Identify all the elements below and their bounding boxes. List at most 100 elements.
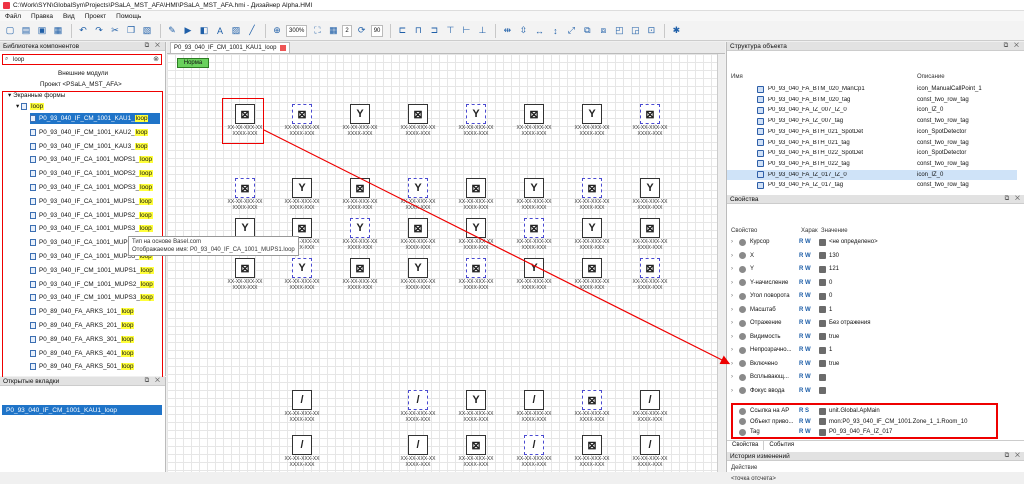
- property-row[interactable]: › Видимость R W true: [727, 332, 1017, 343]
- hmi-element[interactable]: ⊠ XX-XX-XXX-XX XXXX-XXX: [395, 100, 441, 146]
- panel-controls-icon[interactable]: ⧉ ✕: [145, 42, 162, 50]
- panel-controls-icon[interactable]: ⧉ ✕: [1005, 195, 1022, 203]
- property-row[interactable]: › Курсор R W <не определено>: [727, 237, 1017, 248]
- expand-icon[interactable]: ›: [731, 266, 733, 272]
- copy-icon[interactable]: ❐: [124, 24, 138, 38]
- search-field[interactable]: ⌕ loop ⊗: [2, 54, 162, 65]
- line-icon[interactable]: ╱: [245, 24, 259, 38]
- hmi-element[interactable]: ⊠ XX-XX-XXX-XX XXXX-XXX: [511, 100, 557, 146]
- same-width-icon[interactable]: ↔: [532, 24, 546, 38]
- hmi-element[interactable]: ⊠ XX-XX-XXX-XX XXXX-XXX: [569, 386, 615, 432]
- align-top-icon[interactable]: ⊤: [443, 24, 457, 38]
- edit-icon[interactable]: ✎: [165, 24, 179, 38]
- structure-row[interactable]: P0_93_040_FA_BTH_021_SpotDet icon_SpotDet…: [727, 127, 1017, 137]
- open-tab-item[interactable]: P0_93_040_IF_CM_1001_KAU1_loop: [2, 405, 162, 415]
- structure-row[interactable]: P0_93_040_FA_BTM_020_tag const_two_row_ta…: [727, 95, 1017, 105]
- panel-controls-icon[interactable]: ⧉ ✕: [145, 377, 162, 385]
- rotate-icon[interactable]: ⟳: [355, 24, 369, 38]
- property-value[interactable]: 1: [819, 346, 832, 354]
- run-icon[interactable]: ▶: [181, 24, 195, 38]
- grid-icon[interactable]: ▦: [326, 24, 340, 38]
- menu-view[interactable]: Вид: [58, 13, 80, 20]
- hmi-element[interactable]: / XX-XX-XXX-XX XXXX-XXX: [279, 386, 325, 432]
- front-icon[interactable]: ◰: [612, 24, 626, 38]
- property-row[interactable]: › X R W 130: [727, 251, 1017, 262]
- shapes-icon[interactable]: ◧: [197, 24, 211, 38]
- hmi-element[interactable]: / XX-XX-XXX-XX XXXX-XXX: [279, 431, 325, 472]
- property-row[interactable]: › Непрозрачно... R W 1: [727, 345, 1017, 356]
- structure-row[interactable]: P0_93_040_FA_IZ_007_IZ_0 icon_IZ_0: [727, 105, 1017, 115]
- property-row[interactable]: › Включено R W true: [727, 359, 1017, 370]
- property-row[interactable]: › Фокус ввода R W: [727, 386, 1017, 397]
- hmi-element[interactable]: ⊠ XX-XX-XXX-XX XXXX-XXX: [222, 254, 268, 300]
- vertical-scrollbar[interactable]: [717, 54, 725, 472]
- expand-icon[interactable]: ›: [731, 293, 733, 299]
- property-value[interactable]: 0: [819, 292, 832, 300]
- project-node[interactable]: Проект <PSaLA_MST_AFA>: [40, 79, 122, 90]
- hmi-element[interactable]: Y XX-XX-XXX-XX XXXX-XXX: [569, 100, 615, 146]
- zoom-select[interactable]: 300%: [286, 24, 308, 37]
- undo-icon[interactable]: ↶: [76, 24, 90, 38]
- expand-icon[interactable]: ›: [731, 361, 733, 367]
- hmi-element[interactable]: Y XX-XX-XXX-XX XXXX-XXX: [453, 100, 499, 146]
- property-row[interactable]: › Масштаб R W 1: [727, 305, 1017, 316]
- new-icon[interactable]: ▢: [3, 24, 17, 38]
- image-icon[interactable]: ▨: [229, 24, 243, 38]
- hmi-element[interactable]: ⊠ XX-XX-XXX-XX XXXX-XXX: [569, 254, 615, 300]
- expand-icon[interactable]: ›: [731, 280, 733, 286]
- hmi-element[interactable]: / XX-XX-XXX-XX XXXX-XXX: [395, 386, 441, 432]
- property-row[interactable]: › Y-начисление R W 0: [727, 278, 1017, 289]
- property-row[interactable]: › Y R W 121: [727, 264, 1017, 275]
- hmi-element[interactable]: Y XX-XX-XXX-XX XXXX-XXX: [511, 254, 557, 300]
- hmi-element[interactable]: Y XX-XX-XXX-XX XXXX-XXX: [337, 100, 383, 146]
- expand-icon[interactable]: ›: [731, 239, 733, 245]
- property-value[interactable]: Без отражения: [819, 319, 870, 327]
- property-row[interactable]: › Всплывающ... R W: [727, 372, 1017, 383]
- property-value[interactable]: true: [819, 360, 839, 368]
- external-modules[interactable]: Внешние модули: [58, 68, 108, 79]
- fit-icon[interactable]: ⛶: [310, 24, 324, 38]
- property-value[interactable]: [819, 373, 829, 381]
- back-icon[interactable]: ◲: [628, 24, 642, 38]
- hmi-element[interactable]: / XX-XX-XXX-XX XXXX-XXX: [511, 386, 557, 432]
- tab-events[interactable]: События: [764, 441, 799, 450]
- redo-icon[interactable]: ↷: [92, 24, 106, 38]
- hmi-element[interactable]: / XX-XX-XXX-XX XXXX-XXX: [627, 386, 673, 432]
- property-value[interactable]: 1: [819, 306, 832, 314]
- text-icon[interactable]: A: [213, 24, 227, 38]
- structure-row[interactable]: P0_93_040_FA_IZ_007_tag const_two_row_tag: [727, 116, 1017, 126]
- structure-row[interactable]: P0_93_040_FA_IZ_017_IZ_0 icon_IZ_0: [727, 169, 1017, 180]
- property-value[interactable]: 0: [819, 279, 832, 287]
- ungroup-icon[interactable]: ⧈: [596, 24, 610, 38]
- grid-step-spinner[interactable]: 2: [342, 24, 352, 37]
- expand-icon[interactable]: ›: [731, 347, 733, 353]
- structure-row[interactable]: P0_93_040_FA_BTH_021_tag const_two_row_ta…: [727, 138, 1017, 148]
- lock-icon[interactable]: ⊡: [644, 24, 658, 38]
- menu-help[interactable]: Помощь: [111, 13, 146, 20]
- hmi-element[interactable]: Y XX-XX-XXX-XX XXXX-XXX: [279, 254, 325, 300]
- structure-row[interactable]: P0_93_040_FA_BTH_022_tag const_two_row_ta…: [727, 159, 1017, 169]
- expand-icon[interactable]: ›: [731, 334, 733, 340]
- property-value[interactable]: [819, 387, 829, 395]
- structure-row[interactable]: P0_93_040_FA_BTH_022_SpotDet icon_SpotDet…: [727, 148, 1017, 158]
- cut-icon[interactable]: ✂: [108, 24, 122, 38]
- panel-controls-icon[interactable]: ⧉ ✕: [1005, 452, 1022, 460]
- align-right-icon[interactable]: ⊐: [427, 24, 441, 38]
- hmi-element[interactable]: ⊠ XX-XX-XXX-XX XXXX-XXX: [569, 431, 615, 472]
- open-icon[interactable]: ▤: [19, 24, 33, 38]
- hmi-element[interactable]: ⊠ XX-XX-XXX-XX XXXX-XXX: [453, 431, 499, 472]
- property-value[interactable]: <не определено>: [819, 238, 878, 246]
- structure-row[interactable]: P0_93_040_FA_BTM_020_ManCp1 icon_ManualCa…: [727, 84, 1017, 94]
- hmi-element[interactable]: ⊠ XX-XX-XXX-XX XXXX-XXX: [279, 100, 325, 146]
- save-icon[interactable]: ▣: [35, 24, 49, 38]
- group-icon[interactable]: ⧉: [580, 24, 594, 38]
- hmi-element[interactable]: Y XX-XX-XXX-XX XXXX-XXX: [453, 386, 499, 432]
- paste-icon[interactable]: ▧: [140, 24, 154, 38]
- property-value[interactable]: true: [819, 333, 839, 341]
- align-bottom-icon[interactable]: ⊥: [475, 24, 489, 38]
- hmi-element[interactable]: / XX-XX-XXX-XX XXXX-XXX: [395, 431, 441, 472]
- property-row[interactable]: › Угол поворота R W 0: [727, 291, 1017, 302]
- hmi-element[interactable]: Y XX-XX-XXX-XX XXXX-XXX: [395, 254, 441, 300]
- design-canvas[interactable]: Норма ⊠ XX-XX-XXX-XX XXXX-XXX ⊠ XX-XX-XXX-X…: [167, 54, 717, 472]
- hmi-element[interactable]: / XX-XX-XXX-XX XXXX-XXX: [627, 431, 673, 472]
